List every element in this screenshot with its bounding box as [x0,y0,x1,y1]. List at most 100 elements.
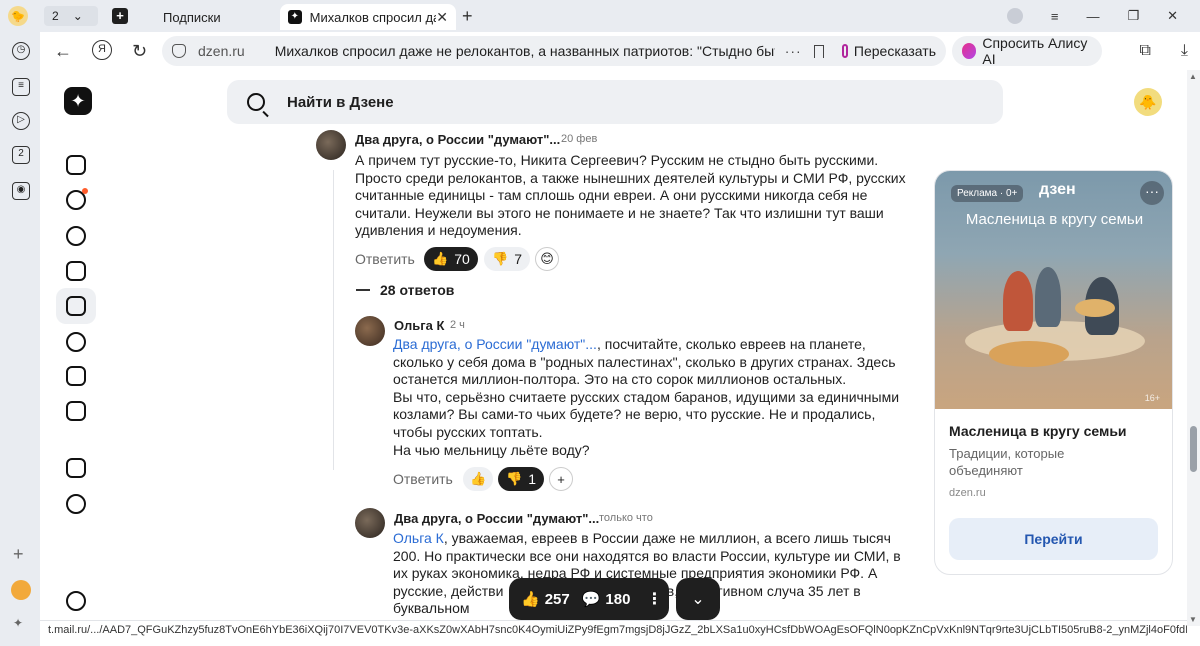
translate-icon[interactable]: ⧉ [1139,42,1150,60]
reply-button[interactable]: Ответить [355,251,415,267]
bookmark-nav-icon [66,401,86,421]
ask-alice-button[interactable]: Спросить Алису AI [952,35,1102,67]
nav-saved[interactable] [56,393,96,429]
nav-kids[interactable] [56,486,96,522]
scroll-down-button[interactable]: ⌄ [676,578,720,620]
tab-article[interactable]: ✦ Михалков спросил даже ✕ [280,4,456,30]
window-close-icon[interactable]: ✕ [1167,8,1178,24]
profile-icon[interactable] [1006,8,1023,24]
browser-logo-icon[interactable]: 🐤 [8,6,28,26]
avatar[interactable] [316,130,346,160]
scrollbar-thumb[interactable] [1190,426,1197,472]
ad-brand: дзен [1039,181,1076,198]
dzen-logo-icon[interactable]: ✦ [64,87,92,115]
thumbs-up-icon: 👍 [470,471,487,486]
comment-author[interactable]: Два друга, о России "думают"... [355,132,560,147]
cube-icon [66,261,86,281]
retell-icon [842,44,848,58]
book-icon [66,296,86,316]
notes-icon[interactable]: ≡ [12,78,30,96]
article-action-bar: 👍 257 💬 180 ⋮ [509,578,669,620]
dislike-button[interactable]: 👎 7 [484,247,530,271]
download-icon[interactable]: ⤓ [1181,42,1188,60]
avatar[interactable] [355,508,385,538]
add-panel-icon[interactable]: + [13,544,24,565]
scrollbar[interactable]: ▲ ▼ [1187,70,1200,626]
url-page-title: Михалков спросил даже не релокантов, а н… [274,43,775,59]
dislike-button[interactable]: 👎 1 [498,467,544,491]
shorts-icon [66,366,86,386]
more-dots-icon[interactable]: ··· [785,43,802,59]
scroll-down-icon[interactable]: ▼ [1189,615,1197,624]
nav-shorts[interactable] [56,358,96,394]
dzen-tab-icon[interactable]: + [112,8,128,24]
info-icon [66,591,86,611]
avatar[interactable]: 🐥 [1134,88,1162,116]
ad-age-rating: 16+ [1144,393,1160,403]
minimize-icon[interactable]: — [1086,9,1099,24]
nav-search[interactable] [56,218,96,254]
comment-author[interactable]: Два друга, о России "думают"... [394,511,599,526]
tab-subscriptions[interactable]: Подписки [155,4,279,30]
history-icon[interactable]: ◷ [12,42,30,60]
menu-icon[interactable]: ≡ [1051,9,1059,24]
nav-home[interactable] [56,147,96,183]
like-button[interactable]: 👍 70 [424,247,478,271]
nav-channels[interactable] [56,253,96,289]
thread-line [333,170,334,470]
reload-icon[interactable]: ↻ [132,41,147,62]
ad-figure-shape [1003,271,1033,331]
home-icon [66,155,86,175]
like-button[interactable]: 👍 [463,467,493,491]
nav-video[interactable] [56,324,96,360]
browser-sidebar: ◷ ≡ ▷ 2 ◉ + ✦ [0,32,40,646]
tab-label: Михалков спросил даже [309,9,437,25]
mention-link[interactable]: Ольга К [393,530,444,546]
new-tab-plus-icon[interactable]: + [462,6,473,27]
retell-label: Пересказать [853,43,936,59]
scroll-up-icon[interactable]: ▲ [1189,72,1197,81]
url-bar[interactable]: dzen.ru Михалков спросил даже не релокан… [162,36,868,66]
ad-cta-button[interactable]: Перейти [949,518,1158,560]
settings-icon[interactable]: ✦ [13,616,23,630]
search-input[interactable]: Найти в Дзене [227,80,1003,124]
double-chevron-down-icon: ⌄ [691,591,705,608]
yandex-icon[interactable]: Я [92,40,112,60]
more-vertical-icon[interactable]: ⋮ [646,589,662,609]
emoji-reaction-icon[interactable]: 😊 [535,247,559,271]
tab-counter[interactable]: 2 ⌄ [44,6,98,26]
video-icon [66,332,86,352]
nav-games[interactable] [56,450,96,486]
bookmark-icon[interactable] [813,44,824,58]
reply-button[interactable]: Ответить [393,471,453,487]
ad-image[interactable]: Реклама · 0+ дзен ··· Масленица в кругу … [935,171,1172,409]
ad-pancakes-shape [989,341,1069,367]
tabs-two-icon[interactable]: 2 [12,146,30,164]
like-count: 70 [454,251,470,267]
ad-figure-shape [1035,267,1061,327]
mail-app-icon[interactable] [11,580,31,600]
gamepad-icon [66,458,86,478]
address-row: ← Я ↻ dzen.ru Михалков спросил даже не р… [40,32,1200,70]
back-arrow-icon[interactable]: ← [54,41,72,62]
add-reaction-icon[interactable]: + [549,467,573,491]
subscriptions-icon [66,188,88,210]
ad-card[interactable]: Реклама · 0+ дзен ··· Масленица в кругу … [934,170,1173,575]
play-icon[interactable]: ▷ [12,112,30,130]
url-domain: dzen.ru [198,43,245,59]
retell-button[interactable]: Пересказать [832,36,946,66]
nav-articles[interactable] [56,288,96,324]
avatar[interactable] [355,316,385,346]
restore-icon[interactable]: ❐ [1127,8,1139,24]
close-icon[interactable]: ✕ [436,9,448,26]
mention-link[interactable]: Два друга, о России "думают"... [393,336,597,352]
screenshot-icon[interactable]: ◉ [12,182,30,200]
article-comments-button[interactable]: 💬 180 [582,590,631,609]
replies-toggle[interactable]: 28 ответов [356,282,454,298]
ad-title[interactable]: Масленица в кругу семьи [949,423,1127,439]
more-dots-icon[interactable]: ··· [1140,181,1164,205]
comment-author[interactable]: Ольга К [394,318,444,333]
nav-subscriptions[interactable] [56,182,96,218]
article-like-button[interactable]: 👍 257 [521,590,570,609]
nav-info[interactable] [56,583,96,619]
